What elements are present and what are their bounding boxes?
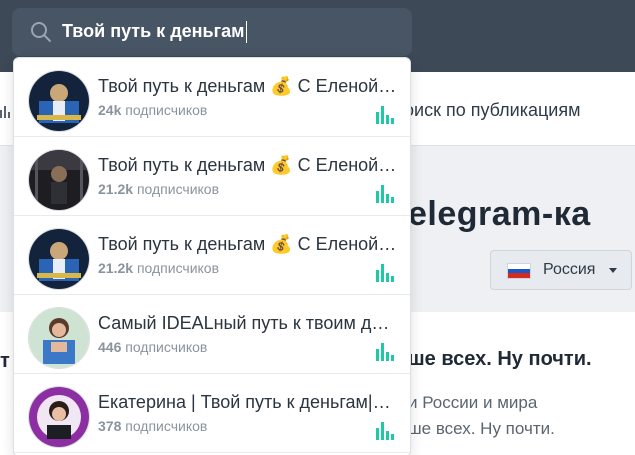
channel-avatar bbox=[28, 228, 90, 290]
subscriber-count: 24k подписчиков bbox=[98, 102, 208, 118]
search-results-dropdown: Твой путь к деньгам 💰 С Еленой… 24k подп… bbox=[13, 57, 411, 455]
subscriber-count: 446 подписчиков bbox=[98, 339, 208, 355]
subscriber-count: 21.2k подписчиков bbox=[98, 260, 220, 276]
text-cursor bbox=[246, 21, 248, 44]
search-query: Твой путь к деньгам bbox=[62, 21, 248, 44]
channel-avatar bbox=[28, 70, 90, 132]
bar-chart-icon[interactable] bbox=[376, 183, 394, 203]
result-title: Твой путь к деньгам 💰 С Еленой… bbox=[98, 234, 397, 254]
result-item[interactable]: Екатерина | Твой путь к деньгам|… 378 по… bbox=[14, 374, 410, 453]
bar-chart-icon[interactable] bbox=[376, 341, 394, 361]
card-title: ше всех. Ну почти. bbox=[408, 348, 592, 370]
result-item[interactable]: Самый IDEALный путь к твоим д… 446 подпи… bbox=[14, 295, 410, 374]
result-item[interactable]: Твой путь к деньгам 💰 С Еленой… 21.2k по… bbox=[14, 137, 410, 216]
result-title: Твой путь к деньгам 💰 С Еленой… bbox=[98, 76, 397, 96]
channel-avatar bbox=[28, 386, 90, 448]
result-item[interactable]: Твой путь к деньгам 💰 С Еленой… 24k подп… bbox=[14, 58, 410, 137]
subscriber-count: 378 подписчиков bbox=[98, 418, 208, 434]
bar-chart-icon[interactable] bbox=[376, 262, 394, 282]
card-text-line: и России и мира bbox=[408, 393, 538, 412]
russia-flag-icon bbox=[507, 263, 531, 279]
search-icon bbox=[31, 22, 51, 42]
page-title: elegram-ка bbox=[408, 195, 591, 233]
subscriber-count: 21.2k подписчиков bbox=[98, 181, 220, 197]
bar-chart-icon[interactable] bbox=[376, 420, 394, 440]
result-item[interactable]: Твой путь к деньгам 💰 С Еленой… 21.2k по… bbox=[14, 216, 410, 295]
search-input[interactable]: Твой путь к деньгам bbox=[12, 8, 412, 56]
bar-chart-icon[interactable] bbox=[376, 104, 394, 124]
bar-chart-icon bbox=[0, 106, 10, 118]
channel-avatar bbox=[28, 307, 90, 369]
country-select[interactable]: Россия bbox=[490, 250, 632, 290]
result-title: Самый IDEALный путь к твоим д… bbox=[98, 313, 390, 333]
caret-down-icon bbox=[609, 268, 617, 273]
result-title: Екатерина | Твой путь к деньгам|… bbox=[98, 392, 391, 412]
card-text-line: ше всех. Ну почти. bbox=[408, 419, 555, 438]
country-label: Россия bbox=[543, 261, 596, 278]
result-title: Твой путь к деньгам 💰 С Еленой… bbox=[98, 155, 397, 175]
channel-avatar bbox=[28, 149, 90, 211]
publications-search-link[interactable]: оиск по публикациям bbox=[404, 100, 580, 121]
card-left-fragment: т bbox=[0, 350, 10, 372]
